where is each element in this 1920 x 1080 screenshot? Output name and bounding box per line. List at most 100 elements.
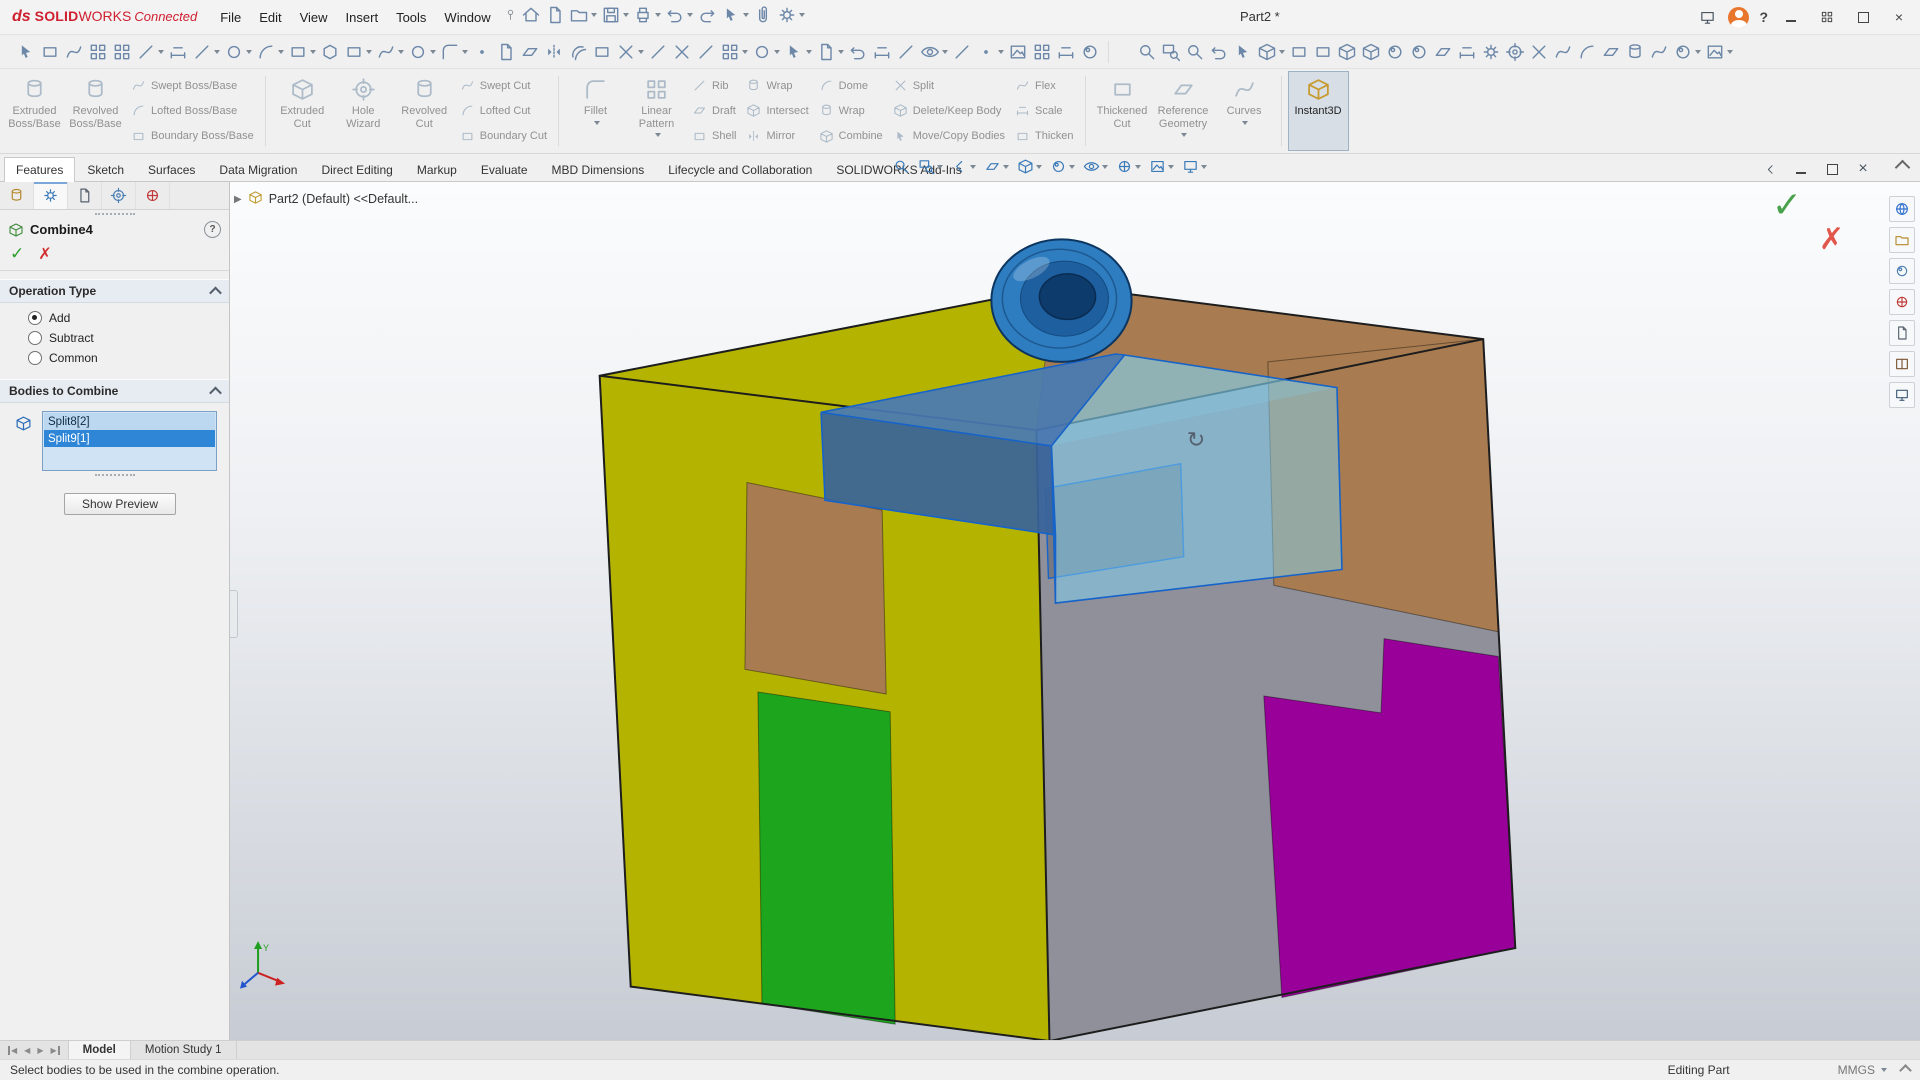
close-button[interactable]: × — [1886, 6, 1912, 28]
radio-common[interactable]: Common — [28, 351, 229, 365]
ribbon-draft[interactable]: Draft — [687, 100, 741, 122]
apply-scene-icon[interactable] — [1148, 157, 1175, 176]
feature-manager-design-tree-tab[interactable] — [0, 182, 34, 209]
ribbon-instant3d[interactable]: Instant3D — [1288, 71, 1349, 151]
shadows-in-shaded-mode-icon[interactable] — [1408, 41, 1430, 63]
layout-grid-icon[interactable] — [1814, 6, 1840, 28]
tab-model[interactable]: Model — [69, 1041, 131, 1059]
dropdown-caret-icon[interactable] — [1695, 50, 1701, 54]
display-delete-relations-icon[interactable] — [919, 41, 949, 63]
feature-tree-breadcrumb[interactable]: ▶ Part2 (Default) <<Default... — [234, 190, 418, 208]
offset-entities-icon[interactable] — [567, 41, 589, 63]
dropdown-caret-icon[interactable] — [158, 50, 164, 54]
home-icon[interactable] — [520, 4, 542, 26]
rotate-entities-icon[interactable] — [847, 41, 869, 63]
ribbon-lofted-cut[interactable]: Lofted Cut — [455, 100, 552, 122]
list-item-split9[interactable]: Split9[1] — [44, 430, 215, 447]
zoom-to-area-icon[interactable] — [917, 157, 944, 176]
dropdown-caret-icon[interactable] — [1069, 165, 1075, 169]
smart-dimension-icon[interactable] — [167, 41, 189, 63]
dropdown-caret-icon[interactable] — [1102, 165, 1108, 169]
convert-entities-icon[interactable] — [591, 41, 613, 63]
ribbon-curves[interactable]: Curves — [1214, 71, 1275, 151]
dropdown-caret-icon[interactable] — [655, 13, 661, 17]
doc-restore-button[interactable] — [1821, 158, 1843, 180]
display-pane-icon[interactable] — [1889, 382, 1915, 408]
section-view-tool-icon[interactable] — [1432, 41, 1454, 63]
text-icon[interactable] — [495, 41, 517, 63]
tab-evaluate[interactable]: Evaluate — [469, 157, 540, 182]
list-item-split8[interactable]: Split8[2] — [44, 413, 215, 430]
spline-icon[interactable] — [375, 41, 405, 63]
dropdown-caret-icon[interactable] — [1881, 1068, 1887, 1072]
tab-data-migration[interactable]: Data Migration — [207, 157, 309, 182]
select-icon[interactable] — [720, 4, 750, 26]
linear-sketch-pattern-icon[interactable] — [719, 41, 749, 63]
dropdown-caret-icon[interactable] — [462, 50, 468, 54]
undercut-analysis-icon[interactable] — [1624, 41, 1646, 63]
ribbon-thickened-cut[interactable]: Thickened Cut — [1092, 71, 1153, 151]
graphics-viewport[interactable]: ↻ Y — [230, 182, 1920, 1040]
pan-icon[interactable] — [1232, 41, 1254, 63]
edit-appearance-icon[interactable] — [1115, 157, 1142, 176]
scene-icon[interactable] — [1704, 41, 1734, 63]
ribbon-flex[interactable]: Flex — [1010, 75, 1079, 97]
ribbon-intersect[interactable]: Intersect — [741, 100, 813, 122]
last-tab-icon[interactable]: ▶ — [50, 1046, 59, 1055]
move-entities-icon[interactable] — [783, 41, 813, 63]
dropdown-caret-icon[interactable] — [1003, 165, 1009, 169]
dropdown-caret-icon[interactable] — [774, 50, 780, 54]
trim-entities-icon[interactable] — [615, 41, 645, 63]
help-icon[interactable]: ? — [1759, 9, 1768, 25]
scale-entities-icon[interactable] — [871, 41, 893, 63]
user-avatar[interactable] — [1728, 7, 1749, 28]
confirm-ok-icon[interactable]: ✓ — [1772, 184, 1802, 226]
previous-view-icon[interactable] — [950, 157, 977, 176]
ribbon-scale[interactable]: Scale — [1010, 100, 1079, 122]
operation-type-header[interactable]: Operation Type — [0, 279, 229, 303]
radio-subtract[interactable]: Subtract — [28, 331, 229, 345]
ribbon-hole-wizard[interactable]: Hole Wizard — [333, 71, 394, 151]
add-relation-icon[interactable] — [951, 41, 973, 63]
ribbon-dome[interactable]: Dome — [814, 75, 888, 97]
ribbon-revolved-boss-base[interactable]: Revolved Boss/Base — [65, 71, 126, 151]
copy-entities-icon[interactable] — [815, 41, 845, 63]
tab-sketch[interactable]: Sketch — [75, 157, 136, 182]
zoom-to-area-icon[interactable] — [1160, 41, 1182, 63]
help-icon[interactable]: ? — [204, 221, 221, 238]
dropdown-caret-icon[interactable] — [623, 13, 629, 17]
ribbon-wrap[interactable]: Wrap — [741, 75, 813, 97]
section-view-icon[interactable] — [983, 157, 1010, 176]
new-document-icon[interactable] — [544, 4, 566, 26]
ribbon-split[interactable]: Split — [888, 75, 1010, 97]
box-select-icon[interactable] — [39, 41, 61, 63]
radio-add[interactable]: Add — [28, 311, 229, 325]
dimxpert-manager-tab[interactable] — [102, 182, 136, 209]
file-tab-pane-icon[interactable] — [1889, 227, 1915, 253]
construction-geometry-icon[interactable] — [695, 41, 717, 63]
shaded-sketch-contours-icon[interactable] — [1079, 41, 1101, 63]
point-icon[interactable] — [471, 41, 493, 63]
dropdown-caret-icon[interactable] — [1201, 165, 1207, 169]
selection-filter-icon[interactable] — [87, 41, 109, 63]
menu-tools[interactable]: Tools — [387, 5, 435, 30]
custom-properties-pane-icon[interactable] — [1889, 320, 1915, 346]
ribbon-swept-cut[interactable]: Swept Cut — [455, 75, 552, 97]
parting-line-analysis-icon[interactable] — [1648, 41, 1670, 63]
3d-scene[interactable]: ↻ Y — [230, 182, 1920, 1040]
plane-icon[interactable] — [519, 41, 541, 63]
wireframe-icon[interactable] — [1288, 41, 1310, 63]
redo-icon[interactable] — [696, 4, 718, 26]
dropdown-caret-icon[interactable] — [1727, 50, 1733, 54]
view-orientation-icon[interactable] — [1016, 157, 1043, 176]
ribbon-shell[interactable]: Shell — [687, 125, 741, 147]
menu-view[interactable]: View — [291, 5, 337, 30]
ribbon-boundary-boss-base[interactable]: Boundary Boss/Base — [126, 125, 259, 147]
dropdown-caret-icon[interactable] — [743, 13, 749, 17]
dropdown-caret-icon[interactable] — [937, 165, 943, 169]
dropdown-caret-icon[interactable] — [246, 50, 252, 54]
dropdown-caret-icon[interactable] — [838, 50, 844, 54]
ribbon-reference-geometry[interactable]: Reference Geometry — [1153, 71, 1214, 151]
bodies-to-combine-header[interactable]: Bodies to Combine — [0, 379, 229, 403]
left-face-brown-patch[interactable] — [745, 482, 886, 694]
